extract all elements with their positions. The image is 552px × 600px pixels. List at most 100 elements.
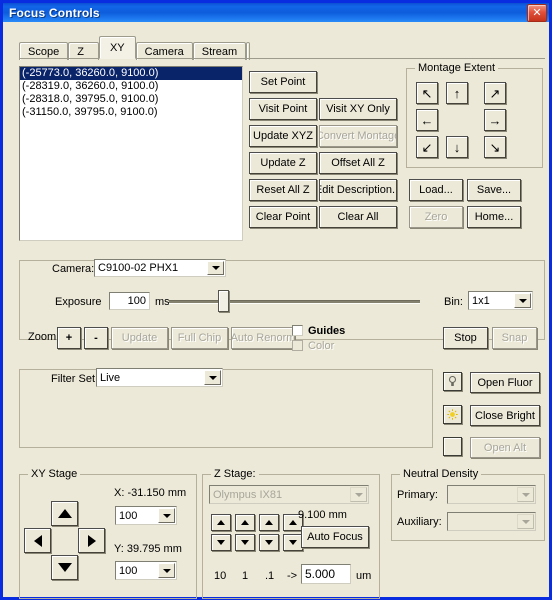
tab-underline [19,58,545,59]
update-z-button[interactable]: Update Z [249,152,317,174]
montage-extent-legend: Montage Extent [415,62,499,74]
blank-icon[interactable] [443,437,462,456]
chevron-down-icon[interactable] [158,508,175,523]
chevron-down-icon[interactable] [207,261,224,275]
color-label: Color [308,340,335,352]
tab-strip: Scope Z XY Camera Stream [19,36,251,60]
chevron-down-icon[interactable] [204,370,221,385]
chevron-down-icon [517,514,534,529]
bin-label: Bin: [444,296,463,308]
zoom-in-button[interactable]: + [57,327,81,349]
focus-controls-window: Focus Controls ✕ Scope Z XY Camera Strea… [0,0,552,600]
primary-label: Primary: [397,489,438,501]
camera-select-value: C9100-02 PHX1 [98,262,179,274]
z-step-point1-label: .1 [265,570,275,582]
update-xyz-button[interactable]: Update XYZ [249,125,317,147]
z-step-point1-up-button[interactable] [259,514,279,531]
x-step-select[interactable]: 100 [115,506,177,525]
bright-icon[interactable] [443,405,462,424]
title-bar: Focus Controls ✕ [3,3,549,22]
clear-all-button[interactable]: Clear All [319,206,397,228]
z-device-select: Olympus IX81 [209,485,369,504]
z-step-1-up-button[interactable] [235,514,255,531]
y-step-select[interactable]: 100 [115,561,177,580]
point-list[interactable]: (-25773.0, 36260.0, 9100.0) (-28319.0, 3… [19,66,243,241]
exposure-input[interactable]: 100 [109,292,150,310]
arrow-right-icon [87,534,96,547]
list-item[interactable]: (-31150.0, 39795.0, 9100.0) [20,106,242,119]
z-stage-legend: Z Stage: [211,468,259,480]
xy-stage-legend: XY Stage [28,468,81,480]
chevron-down-icon[interactable] [158,563,175,578]
montage-down-button[interactable]: ↓ [446,136,468,158]
z-step-input[interactable]: 5.000 [301,564,351,584]
xy-stage-right-button[interactable] [78,528,105,553]
visit-xy-only-button[interactable]: Visit XY Only [319,98,397,120]
list-item[interactable]: (-25773.0, 36260.0, 9100.0) [20,67,242,80]
montage-up-left-button[interactable]: ↖ [416,82,438,104]
stop-button[interactable]: Stop [443,327,488,349]
zoom-label: Zoom: [28,331,60,343]
home-button[interactable]: Home... [467,206,521,228]
z-device-value: Olympus IX81 [213,488,283,501]
set-point-button[interactable]: Set Point [249,71,317,93]
list-item[interactable]: (-28319.0, 36260.0, 9100.0) [20,80,242,93]
full-chip-button: Full Chip [171,327,228,349]
z-step-custom-down-button[interactable] [283,534,303,551]
montage-right-button[interactable]: → [484,109,506,131]
montage-up-button[interactable]: ↑ [446,82,468,104]
z-step-1-label: 1 [242,570,249,582]
color-checkbox [292,340,303,351]
z-step-10-up-button[interactable] [211,514,231,531]
open-fluor-button[interactable]: Open Fluor [470,372,540,393]
x-step-value: 100 [119,509,138,522]
x-readout: X: -31.150 mm [114,487,187,499]
xy-stage-up-button[interactable] [51,501,78,526]
exposure-slider-thumb[interactable] [218,290,229,312]
exposure-label: Exposure [55,296,102,308]
tab-xy[interactable]: XY [98,36,136,59]
arrow-down-icon [57,563,72,572]
z-step-point1-down-button[interactable] [259,534,279,551]
montage-down-left-button[interactable]: ↙ [416,136,438,158]
list-item[interactable]: (-28318.0, 39795.0, 9100.0) [20,93,242,106]
save-button[interactable]: Save... [467,179,521,201]
reset-all-z-button[interactable]: Reset All Z [249,179,317,201]
xy-stage-left-button[interactable] [24,528,51,553]
arrow-left-icon [33,534,42,547]
clear-point-button[interactable]: Clear Point [249,206,317,228]
xy-stage-down-button[interactable] [51,555,78,580]
montage-down-right-button[interactable]: ↘ [484,136,506,158]
guides-checkbox[interactable] [292,325,303,336]
filter-set-label: Filter Set: [51,373,99,385]
edit-description-button[interactable]: Edit Description... [319,179,397,201]
lamp-glyph [448,376,457,386]
z-step-1-down-button[interactable] [235,534,255,551]
neutral-density-legend: Neutral Density [400,468,482,480]
update-button: Update [111,327,168,349]
chevron-down-icon[interactable] [514,293,531,308]
camera-select[interactable]: C9100-02 PHX1 [94,259,226,277]
zoom-out-button[interactable]: - [84,327,108,349]
montage-left-button[interactable]: ← [416,109,438,131]
close-bright-button[interactable]: Close Bright [470,405,540,426]
auto-renorm-button: Auto Renorm [231,327,295,349]
bin-select-value: 1x1 [472,294,490,307]
auto-focus-button[interactable]: Auto Focus [301,526,369,548]
bright-glyph [447,409,458,420]
visit-point-button[interactable]: Visit Point [249,98,317,120]
filter-set-select[interactable]: Live [96,368,223,387]
offset-all-z-button[interactable]: Offset All Z [319,152,397,174]
snap-button: Snap [492,327,537,349]
window-title: Focus Controls [9,5,100,20]
montage-up-right-button[interactable]: ↗ [484,82,506,104]
bin-select[interactable]: 1x1 [468,291,533,310]
y-step-value: 100 [119,564,138,577]
exposure-slider-track[interactable] [169,300,420,304]
exposure-units-label: ms [155,296,170,308]
load-button[interactable]: Load... [409,179,463,201]
z-step-10-down-button[interactable] [211,534,231,551]
chevron-down-icon [350,487,367,502]
lamp-icon[interactable] [443,372,462,391]
close-icon[interactable]: ✕ [527,4,547,22]
